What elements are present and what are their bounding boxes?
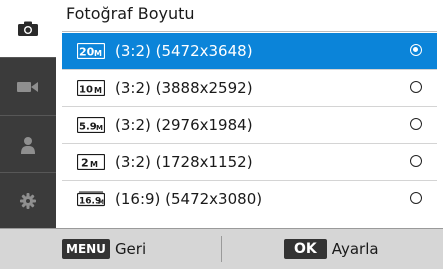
option-row-1728x1152[interactable]: 2 M (3:2) (1728x1152) — [62, 144, 437, 180]
back-label: Geri — [114, 240, 147, 258]
back-button[interactable]: MENU Geri — [62, 239, 146, 259]
size-2m-icon: 2 M — [77, 154, 105, 170]
ok-key-badge: OK — [284, 239, 327, 259]
option-row-2976x1984[interactable]: 5.9 M (3:2) (2976x1984) — [62, 107, 437, 143]
set-button[interactable]: OK Ayarla — [284, 239, 379, 259]
option-label: (3:2) (3888x2592) — [115, 79, 253, 97]
svg-text:M: M — [90, 160, 98, 169]
tab-user[interactable] — [0, 116, 56, 173]
footer-bar: MENU Geri OK Ayarla — [0, 228, 443, 269]
menu-title: Fotoğraf Boyutu — [66, 4, 195, 23]
option-row-5472x3080[interactable]: 16.9 M (16:9) (5472x3080) — [62, 181, 437, 217]
option-label: (16:9) (5472x3080) — [115, 190, 263, 208]
footer-divider — [0, 228, 443, 229]
option-label: (3:2) (1728x1152) — [115, 153, 253, 171]
option-label: (3:2) (5472x3648) — [115, 42, 253, 60]
radio-unselected[interactable] — [410, 192, 422, 204]
svg-text:5.9: 5.9 — [79, 122, 97, 133]
footer-separator — [221, 236, 222, 262]
option-row-5472x3648[interactable]: 20 M (3:2) (5472x3648) — [62, 33, 437, 69]
set-label: Ayarla — [331, 240, 379, 258]
radio-unselected[interactable] — [410, 155, 422, 167]
size-16-9m-icon: 16.9 M — [77, 191, 105, 207]
header-divider — [62, 31, 437, 32]
svg-text:20: 20 — [79, 46, 95, 59]
menu-panel: Fotoğraf Boyutu 20 M (3:2) (5472x3648) 1… — [56, 0, 443, 228]
svg-text:M: M — [96, 124, 103, 132]
radio-dot — [413, 47, 419, 53]
menu-header: Fotoğraf Boyutu — [56, 0, 443, 32]
svg-text:10: 10 — [79, 85, 93, 96]
option-label: (3:2) (2976x1984) — [115, 116, 253, 134]
sidebar — [0, 0, 56, 228]
svg-text:M: M — [94, 49, 102, 58]
radio-unselected[interactable] — [410, 118, 422, 130]
svg-text:M: M — [94, 86, 102, 95]
menu-key-badge: MENU — [62, 239, 110, 259]
person-icon — [21, 136, 35, 154]
tab-video[interactable] — [0, 58, 56, 115]
size-20m-icon: 20 M — [77, 43, 105, 59]
tab-settings[interactable] — [0, 172, 56, 229]
radio-unselected[interactable] — [410, 81, 422, 93]
radio-selected[interactable] — [410, 44, 422, 56]
option-row-3888x2592[interactable]: 10 M (3:2) (3888x2592) — [62, 70, 437, 106]
svg-text:M: M — [98, 199, 104, 206]
gear-icon — [20, 192, 36, 209]
size-10-1m-icon: 10 M — [77, 80, 105, 96]
svg-text:2: 2 — [81, 157, 89, 170]
tab-photo[interactable] — [0, 0, 56, 57]
size-5-9m-icon: 5.9 M — [77, 117, 105, 133]
camera-icon — [18, 21, 38, 36]
video-camera-icon — [17, 81, 38, 92]
